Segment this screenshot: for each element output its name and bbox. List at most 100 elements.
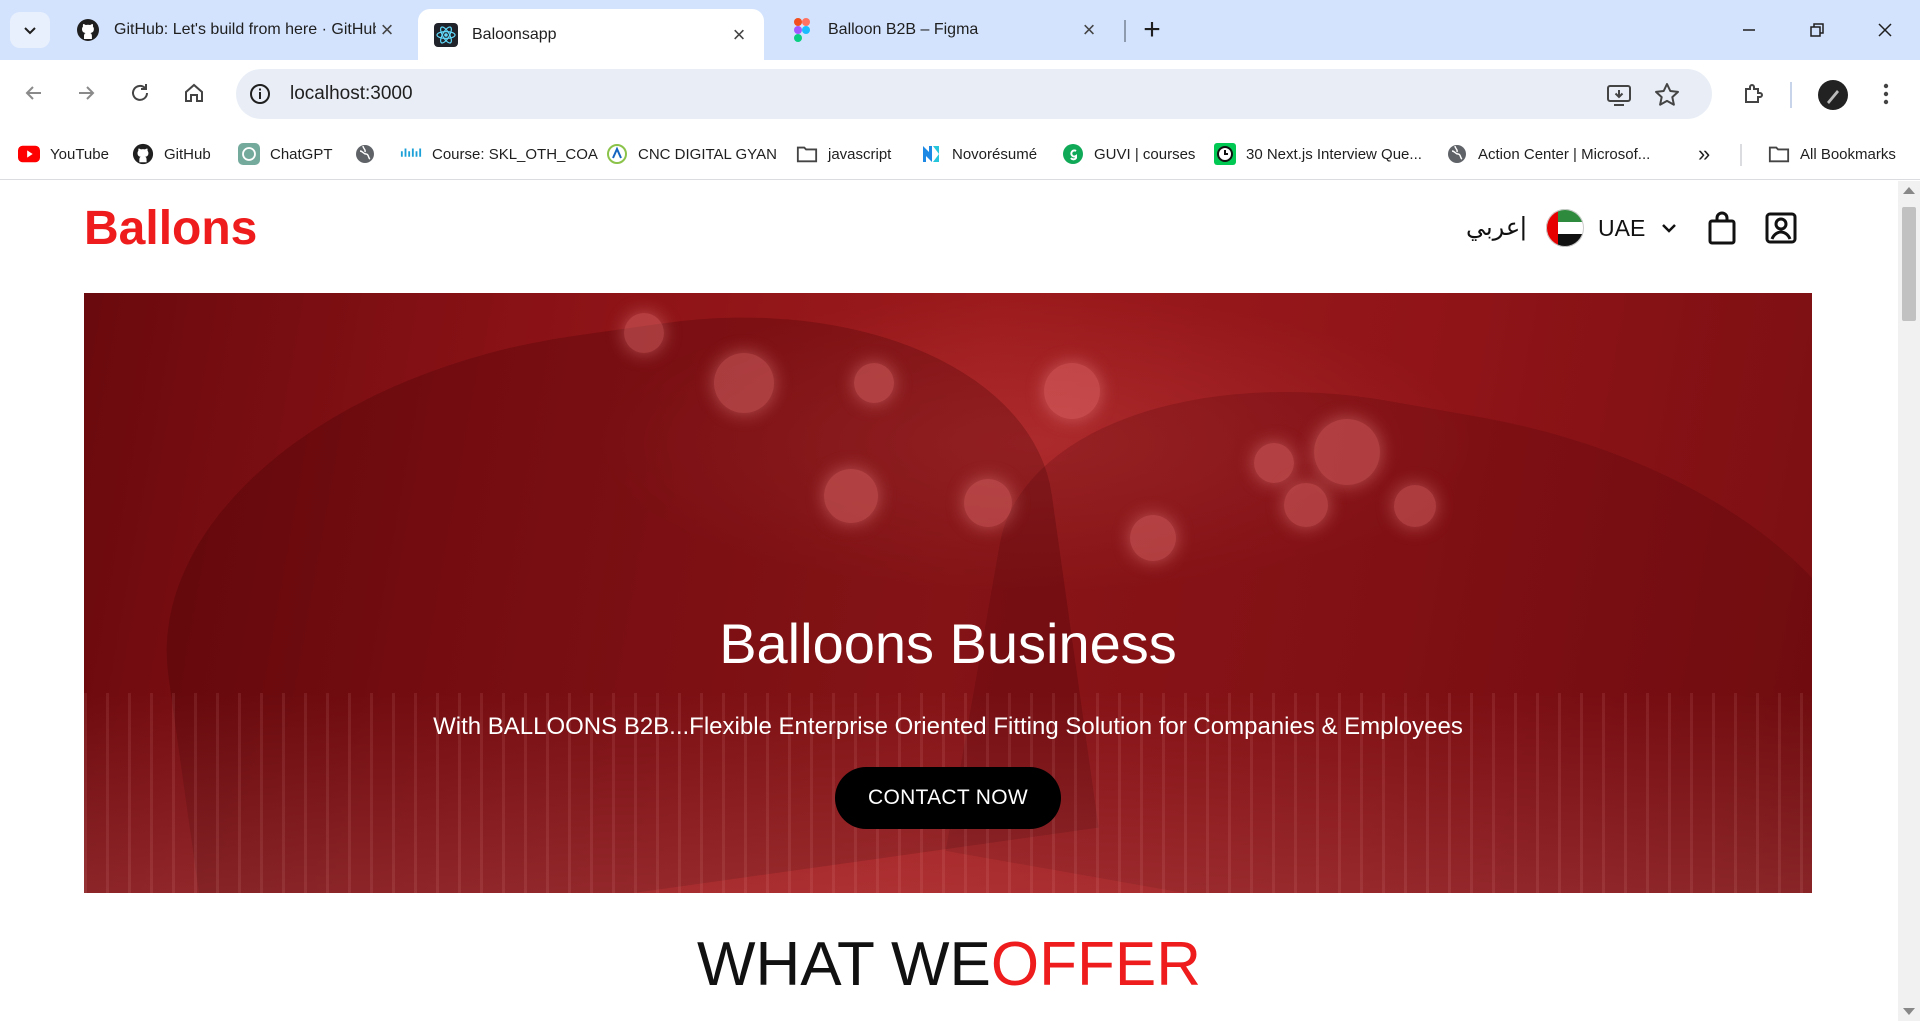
figma-icon xyxy=(790,18,814,42)
back-button[interactable] xyxy=(14,73,54,113)
github-icon xyxy=(132,143,154,165)
bookmark-action-center[interactable]: Action Center | Microsof... xyxy=(1446,140,1650,168)
section-heading: WHAT WEOFFER xyxy=(0,929,1898,1000)
bookmark-youtube[interactable]: YouTube xyxy=(18,140,109,168)
scroll-up-arrow[interactable] xyxy=(1903,187,1915,194)
forward-button[interactable] xyxy=(66,73,106,113)
tab-separator xyxy=(1124,20,1126,42)
cisco-icon xyxy=(400,143,422,165)
chatgpt-icon xyxy=(238,143,260,165)
language-switch[interactable]: عربي xyxy=(1466,213,1520,242)
browser-toolbar: localhost:3000 xyxy=(0,60,1920,128)
bookmark-label: GUVI | courses xyxy=(1094,145,1196,163)
bokeh-light xyxy=(824,469,878,523)
bookmark-label: All Bookmarks xyxy=(1800,145,1896,163)
account-icon[interactable] xyxy=(1764,211,1798,245)
puzzle-icon xyxy=(1745,84,1763,103)
chevron-down-icon[interactable] xyxy=(1658,217,1680,239)
bookmark-novoresume[interactable]: Novorésumé xyxy=(920,140,1037,168)
site-logo[interactable]: Ballons xyxy=(84,201,257,256)
close-icon[interactable]: × xyxy=(728,22,750,47)
bookmark-cisco-course[interactable]: Course: SKL_OTH_COA xyxy=(400,140,598,168)
nav-separator: | xyxy=(1520,211,1527,241)
hero-banner: Balloons Business With BALLOONS B2B...Fl… xyxy=(84,293,1812,893)
bookmark-nextjs-questions[interactable]: 30 Next.js Interview Que... xyxy=(1214,140,1422,168)
bokeh-light xyxy=(964,479,1012,527)
profile-avatar[interactable] xyxy=(1818,80,1848,110)
bookmark-folder-javascript[interactable]: javascript xyxy=(796,140,891,168)
heading-highlight: OFFER xyxy=(990,930,1201,999)
bookmark-label: javascript xyxy=(828,145,892,163)
hero-title: Balloons Business xyxy=(719,612,1177,675)
address-bar[interactable]: localhost:3000 xyxy=(236,69,1712,119)
bookmark-label: ChatGPT xyxy=(270,145,333,163)
page-scrollbar[interactable] xyxy=(1898,181,1920,1021)
bookmark-guvi[interactable]: GUVI | courses xyxy=(1062,140,1195,168)
info-icon[interactable] xyxy=(248,82,272,106)
github-icon xyxy=(76,18,100,42)
bokeh-light xyxy=(624,313,664,353)
bookmark-label: Action Center | Microsof... xyxy=(1478,145,1651,163)
bookmark-chatgpt[interactable]: ChatGPT xyxy=(238,140,333,168)
bookmark-github[interactable]: GitHub xyxy=(132,140,211,168)
install-app-button[interactable] xyxy=(1604,80,1634,110)
bokeh-light xyxy=(1254,443,1294,483)
reload-button[interactable] xyxy=(120,73,160,113)
tab-title: GitHub: Let's build from here · GitHub xyxy=(114,21,376,38)
bookmark-globe[interactable] xyxy=(354,140,386,168)
chevron-double-right-icon: » xyxy=(1698,141,1711,166)
tab-baloonsapp[interactable]: Baloonsapp × xyxy=(418,9,764,60)
tab-search-button[interactable] xyxy=(10,12,50,48)
tab-figma[interactable]: Balloon B2B – Figma × xyxy=(774,9,1114,51)
scroll-down-arrow[interactable] xyxy=(1903,1008,1915,1015)
arrow-left-icon xyxy=(25,86,41,100)
bookmark-label: CNC DIGITAL GYAN xyxy=(638,145,777,163)
home-button[interactable] xyxy=(174,73,214,113)
country-selector[interactable]: UAE xyxy=(1598,215,1645,242)
url-text[interactable]: localhost:3000 xyxy=(290,83,413,105)
reload-icon xyxy=(132,84,148,101)
bookmarks-overflow-button[interactable]: » xyxy=(1698,140,1710,168)
bokeh-light xyxy=(1394,485,1436,527)
scroll-thumb[interactable] xyxy=(1902,207,1916,321)
bookmark-cnc[interactable]: CNC DIGITAL GYAN xyxy=(606,140,777,168)
bookmark-divider xyxy=(1740,144,1742,166)
new-tab-button[interactable]: + xyxy=(1136,13,1168,46)
bokeh-light xyxy=(1044,363,1100,419)
minimize-icon xyxy=(1743,29,1755,31)
close-window-button[interactable] xyxy=(1862,12,1908,48)
chevron-down-icon xyxy=(24,27,36,35)
close-icon xyxy=(1878,23,1892,37)
folder-icon xyxy=(1768,143,1790,165)
close-icon[interactable]: × xyxy=(376,17,398,42)
folder-icon xyxy=(796,143,818,165)
globe-icon xyxy=(354,143,376,165)
bokeh-light xyxy=(1130,515,1176,561)
heading-part: WHAT WE xyxy=(696,930,991,999)
close-icon[interactable]: × xyxy=(1078,17,1100,42)
menu-button[interactable] xyxy=(1866,74,1906,114)
all-bookmarks-button[interactable]: All Bookmarks xyxy=(1768,140,1896,168)
hero-subtitle: With BALLOONS B2B...Flexible Enterprise … xyxy=(433,713,1463,740)
cnc-icon xyxy=(606,143,628,165)
bookmark-label: YouTube xyxy=(50,145,109,163)
bokeh-light xyxy=(1314,419,1380,485)
contact-now-button[interactable]: CONTACT NOW xyxy=(835,767,1061,829)
bookmark-label: 30 Next.js Interview Que... xyxy=(1246,145,1422,163)
flag-border xyxy=(1546,209,1584,247)
bookmark-label: GitHub xyxy=(164,145,211,163)
home-icon xyxy=(185,83,203,102)
restore-button[interactable] xyxy=(1794,12,1840,48)
avatar-icon xyxy=(1827,90,1839,104)
shopping-bag-icon[interactable] xyxy=(1706,211,1738,245)
bokeh-light xyxy=(854,363,894,403)
bookmark-star-button[interactable] xyxy=(1652,80,1682,110)
tab-github[interactable]: GitHub: Let's build from here · GitHub × xyxy=(60,9,412,51)
bookmarks-bar: YouTube GitHub ChatGPT Course: SKL_OTH_C… xyxy=(0,128,1920,180)
bookmark-label: Novorésumé xyxy=(952,145,1038,163)
minimize-button[interactable] xyxy=(1726,12,1772,48)
extensions-button[interactable] xyxy=(1734,74,1774,114)
web-page: Ballons عربي | UAE Balloons Business Wit… xyxy=(0,181,1898,1021)
globe-icon xyxy=(1446,143,1468,165)
toolbar-divider xyxy=(1790,82,1792,108)
